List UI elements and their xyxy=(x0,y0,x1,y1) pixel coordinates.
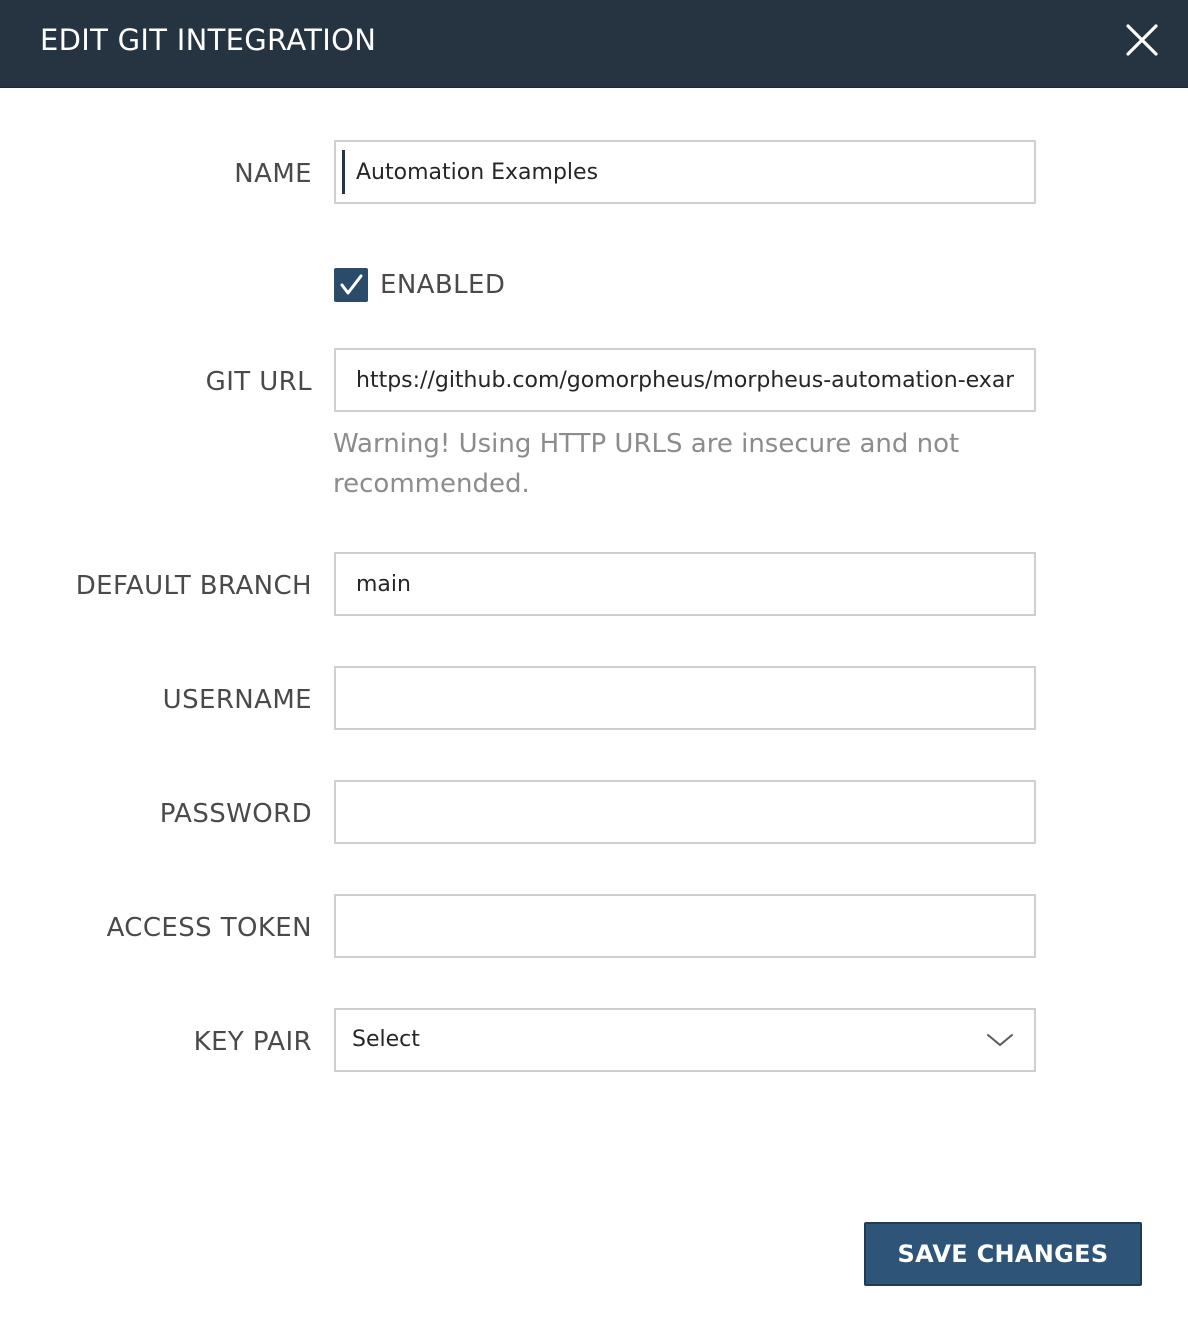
dialog-header: EDIT GIT INTEGRATION xyxy=(0,0,1188,88)
checkbox-box[interactable] xyxy=(334,268,368,302)
key-pair-label: KEY PAIR xyxy=(193,1027,312,1057)
chevron-down-icon xyxy=(986,1032,1014,1052)
name-input[interactable] xyxy=(334,140,1036,204)
enabled-label: ENABLED xyxy=(380,270,506,300)
key-pair-select[interactable]: Select xyxy=(334,1008,1036,1072)
name-label: NAME xyxy=(234,159,312,189)
close-button[interactable] xyxy=(1124,22,1160,58)
default-branch-label: DEFAULT BRANCH xyxy=(75,571,312,601)
git-url-warning: Warning! Using HTTP URLS are insecure an… xyxy=(333,429,960,499)
git-url-input[interactable] xyxy=(334,348,1036,412)
enabled-checkbox[interactable]: ENABLED xyxy=(334,268,505,302)
password-label: PASSWORD xyxy=(159,799,312,829)
access-token-label: ACCESS TOKEN xyxy=(106,913,312,943)
git-url-label: GIT URL xyxy=(205,367,312,397)
username-label: USERNAME xyxy=(162,685,312,715)
key-pair-selected-value: Select xyxy=(352,1027,420,1052)
password-input[interactable] xyxy=(334,780,1036,844)
access-token-input[interactable] xyxy=(334,894,1036,958)
username-input[interactable] xyxy=(334,666,1036,730)
text-caret xyxy=(342,150,345,194)
save-changes-button[interactable]: SAVE CHANGES xyxy=(864,1222,1142,1286)
close-icon xyxy=(1126,24,1158,56)
default-branch-input[interactable] xyxy=(334,552,1036,616)
dialog-title: EDIT GIT INTEGRATION xyxy=(40,23,377,57)
edit-git-integration-dialog: EDIT GIT INTEGRATION NAME ENABLED GIT UR… xyxy=(0,0,1188,1334)
checkmark-icon xyxy=(340,274,363,295)
